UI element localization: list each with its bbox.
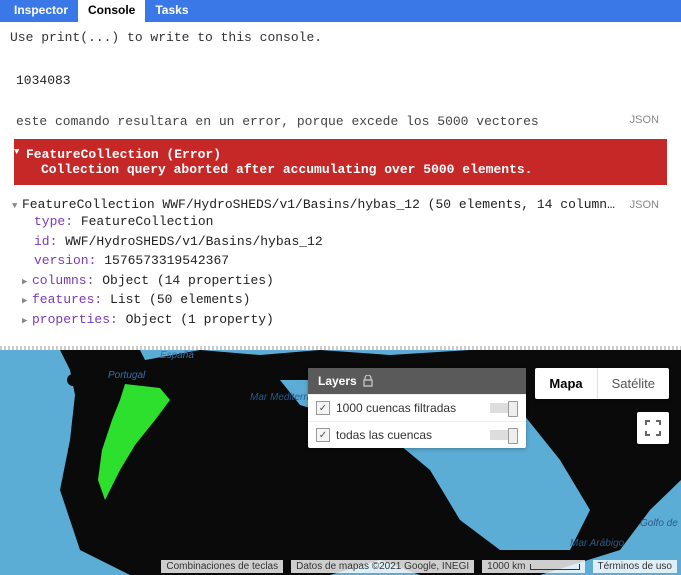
- prop-key: version:: [34, 253, 96, 268]
- object-property: version: 1576573319542367: [10, 251, 671, 271]
- console-command-text: este comando resultara en un error, porq…: [16, 114, 539, 129]
- caret-down-icon: ▼: [12, 201, 22, 211]
- map[interactable]: España Portugal Mar Mediterráneo Mar Ará…: [0, 350, 681, 575]
- caret-right-icon: ▶: [22, 295, 32, 309]
- prop-key: id:: [34, 234, 57, 249]
- prop-key: columns:: [32, 273, 94, 288]
- json-toggle[interactable]: JSON: [630, 114, 659, 126]
- console-print-output: 1034083: [0, 53, 681, 108]
- console-output-area[interactable]: Use print(...) to write to this console.…: [0, 22, 681, 346]
- layer-label: 1000 cuencas filtradas: [336, 401, 484, 415]
- prop-key: features:: [32, 292, 102, 307]
- prop-value: 1576573319542367: [96, 253, 229, 268]
- map-label-sea: Golfo de Bengala: [640, 518, 681, 529]
- object-property[interactable]: ▶properties: Object (1 property): [10, 310, 671, 330]
- object-property: id: WWF/HydroSHEDS/v1/Basins/hybas_12: [10, 232, 671, 252]
- object-header[interactable]: ▼FeatureCollection WWF/HydroSHEDS/v1/Bas…: [10, 197, 671, 212]
- prop-value: WWF/HydroSHEDS/v1/Basins/hybas_12: [57, 234, 322, 249]
- prop-key: properties:: [32, 312, 118, 327]
- prop-key: type:: [34, 214, 73, 229]
- map-type-satellite-button[interactable]: Satélite: [598, 368, 669, 399]
- console-hint: Use print(...) to write to this console.: [0, 22, 681, 53]
- object-property[interactable]: ▶features: List (50 elements): [10, 290, 671, 310]
- opacity-slider[interactable]: [490, 403, 518, 413]
- layers-title: Layers: [318, 374, 357, 388]
- map-label-sea: Mar Arábigo: [570, 538, 624, 549]
- console-command-line: este comando resultara en un error, porq…: [0, 108, 681, 135]
- map-label-country: Portugal: [108, 370, 145, 381]
- keyboard-shortcuts-link[interactable]: Combinaciones de teclas: [161, 560, 283, 573]
- tab-tasks[interactable]: Tasks: [145, 0, 198, 22]
- error-title: FeatureCollection (Error): [26, 147, 655, 162]
- map-data-attribution: Datos de mapas ©2021 Google, INEGI: [291, 560, 474, 573]
- layer-checkbox[interactable]: ✓: [316, 428, 330, 442]
- error-caret-icon: ▼: [14, 147, 19, 157]
- fullscreen-button[interactable]: [637, 412, 669, 444]
- map-type-control: Mapa Satélite: [535, 368, 669, 399]
- tab-inspector[interactable]: Inspector: [4, 0, 78, 22]
- lock-icon: [363, 375, 373, 387]
- map-type-map-button[interactable]: Mapa: [535, 368, 596, 399]
- tab-console[interactable]: Console: [78, 0, 145, 22]
- map-attribution: Combinaciones de teclas Datos de mapas ©…: [0, 560, 681, 573]
- object-header-text: FeatureCollection WWF/HydroSHEDS/v1/Basi…: [22, 197, 615, 212]
- fullscreen-icon: [645, 420, 661, 436]
- tab-bar: Inspector Console Tasks: [0, 0, 681, 22]
- prop-value: FeatureCollection: [73, 214, 213, 229]
- caret-right-icon: ▶: [22, 315, 32, 329]
- terms-link[interactable]: Términos de uso: [593, 560, 677, 573]
- object-property[interactable]: ▶columns: Object (14 properties): [10, 271, 671, 291]
- prop-value: Object (1 property): [118, 312, 274, 327]
- layer-label: todas las cuencas: [336, 428, 484, 442]
- layers-panel: Layers ✓ 1000 cuencas filtradas ✓ todas …: [308, 368, 526, 448]
- error-block[interactable]: ▼ FeatureCollection (Error) Collection q…: [14, 139, 667, 185]
- map-label-country: España: [160, 350, 194, 361]
- layer-row: ✓ todas las cuencas: [308, 421, 526, 448]
- scale-text: 1000 km: [487, 561, 525, 572]
- scale-line-icon: [530, 564, 580, 570]
- layer-row: ✓ 1000 cuencas filtradas: [308, 394, 526, 421]
- layer-checkbox[interactable]: ✓: [316, 401, 330, 415]
- caret-right-icon: ▶: [22, 276, 32, 290]
- json-toggle[interactable]: JSON: [630, 199, 659, 211]
- opacity-slider[interactable]: [490, 430, 518, 440]
- object-property: type: FeatureCollection: [10, 212, 671, 232]
- scale-control[interactable]: 1000 km: [482, 560, 584, 573]
- error-body: Collection query aborted after accumulat…: [26, 162, 655, 177]
- layers-header[interactable]: Layers: [308, 368, 526, 394]
- prop-value: Object (14 properties): [94, 273, 273, 288]
- prop-value: List (50 elements): [102, 292, 250, 307]
- object-inspector: JSON ▼FeatureCollection WWF/HydroSHEDS/v…: [0, 193, 681, 339]
